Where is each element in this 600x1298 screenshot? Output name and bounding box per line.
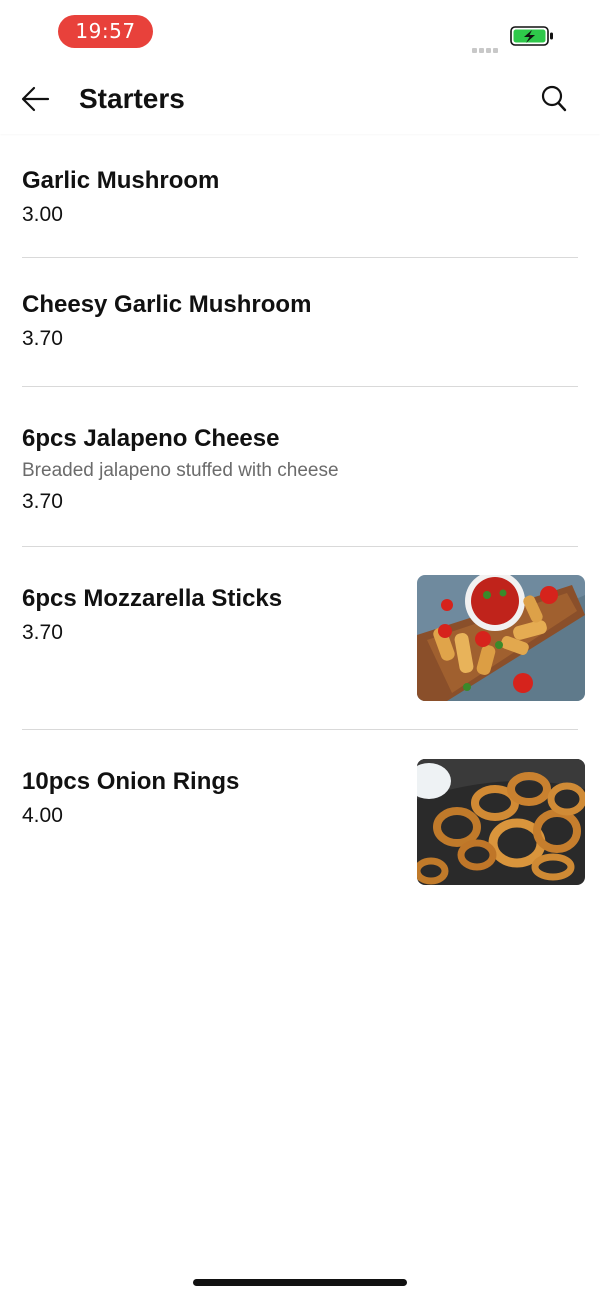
search-icon <box>541 85 567 112</box>
home-indicator <box>193 1279 407 1286</box>
search-button[interactable] <box>538 82 570 116</box>
menu-item[interactable]: 6pcs Jalapeno Cheese Breaded jalapeno st… <box>22 387 578 547</box>
item-price: 3.70 <box>22 327 63 350</box>
menu-item[interactable]: Cheesy Garlic Mushroom 3.70 <box>22 258 578 387</box>
item-name: Garlic Mushroom <box>22 167 220 194</box>
mozzarella-sticks-photo <box>417 575 585 701</box>
item-name: 6pcs Jalapeno Cheese <box>22 425 280 452</box>
page-title: Starters <box>79 83 185 114</box>
item-name: Cheesy Garlic Mushroom <box>22 291 312 318</box>
app-bar: Starters <box>0 64 600 134</box>
status-time: 19:57 <box>58 15 153 48</box>
menu-item[interactable]: 10pcs Onion Rings 4.00 <box>22 730 585 916</box>
item-price: 3.70 <box>22 490 63 513</box>
menu-list: Garlic Mushroom 3.00 Cheesy Garlic Mushr… <box>0 134 600 916</box>
back-button[interactable] <box>18 82 54 116</box>
signal-dots-icon <box>472 40 504 53</box>
item-price: 3.00 <box>22 203 63 226</box>
item-description: Breaded jalapeno stuffed with cheese <box>22 460 339 481</box>
menu-item[interactable]: Garlic Mushroom 3.00 <box>22 134 578 258</box>
onion-rings-photo <box>417 759 585 885</box>
battery-charging-icon <box>510 26 555 46</box>
status-bar: 19:57 <box>0 0 600 64</box>
menu-item[interactable]: 6pcs Mozzarella Sticks 3.70 <box>22 547 585 730</box>
arrow-left-icon <box>21 86 50 112</box>
